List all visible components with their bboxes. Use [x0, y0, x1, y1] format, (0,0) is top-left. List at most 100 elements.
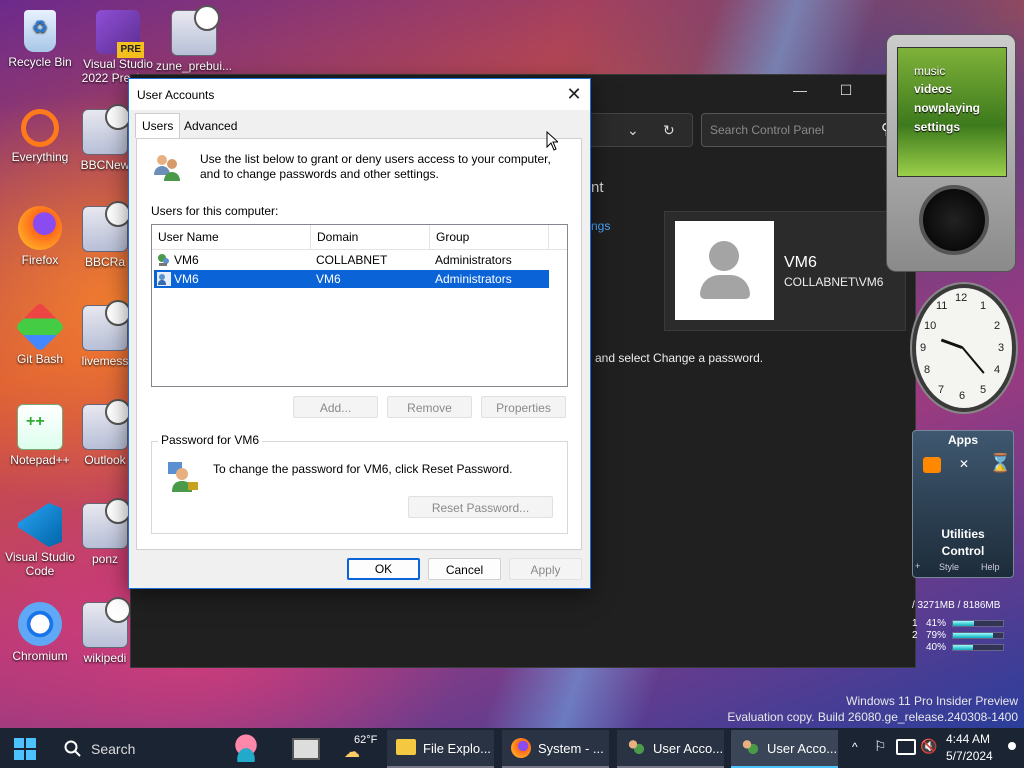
remove-button[interactable]: Remove: [387, 396, 472, 418]
notification-icon[interactable]: [1008, 742, 1016, 750]
apps-gadget[interactable]: Apps ✕ ⌛ Utilities Control + Style Help: [912, 430, 1014, 578]
ok-button[interactable]: OK: [347, 558, 420, 580]
zune-menu-nowplaying[interactable]: nowplaying: [914, 101, 980, 115]
zune-gadget[interactable]: music videos nowplaying settings: [886, 34, 1016, 272]
desktop-icon-chromium[interactable]: Chromium: [0, 602, 80, 663]
desktop-icon-firefox[interactable]: Firefox: [0, 206, 80, 267]
table-row[interactable]: VM6 COLLABNET Administrators: [154, 251, 549, 269]
watermark-line-2: Evaluation copy. Build 26080.ge_release.…: [727, 710, 1018, 724]
settings-link[interactable]: ngs: [591, 219, 610, 233]
taskbar-item-system[interactable]: System - ...: [502, 730, 609, 768]
style-label[interactable]: Style: [939, 562, 959, 572]
users-icon: [626, 739, 646, 757]
user-password-icon: [168, 462, 198, 492]
instruction-text: and select Change a password.: [595, 351, 764, 365]
clock-time[interactable]: 4:44 AM: [946, 732, 990, 746]
add-button[interactable]: Add...: [293, 396, 378, 418]
close-icon[interactable]: ✕: [558, 79, 590, 110]
zune-pad[interactable]: [919, 185, 989, 255]
minimize-button[interactable]: —: [777, 75, 823, 105]
dialog-title-bar[interactable]: User Accounts ✕: [129, 79, 590, 110]
user-card: VM6 COLLABNET\VM6: [664, 211, 906, 331]
control-label[interactable]: Control: [913, 544, 1013, 558]
media-player-icon[interactable]: [923, 457, 941, 473]
clock-date[interactable]: 5/7/2024: [946, 749, 993, 763]
dialog-title: User Accounts: [137, 88, 215, 102]
search-label: Search: [91, 741, 136, 757]
vscode-icon: [18, 503, 62, 547]
zune-menu-settings[interactable]: settings: [914, 120, 960, 134]
firefox-icon: [511, 738, 531, 758]
task-view-icon[interactable]: [292, 738, 320, 760]
reset-password-button[interactable]: Reset Password...: [408, 496, 553, 518]
password-group: Password for VM6 To change the password …: [151, 433, 568, 534]
search-icon: [64, 740, 81, 757]
zune-screen: music videos nowplaying settings: [897, 47, 1007, 177]
network-icon[interactable]: ⚐: [874, 738, 887, 755]
calculator-clock-icon: [82, 201, 131, 252]
beach-widget-icon[interactable]: [226, 734, 266, 762]
desktop-icon-vscode[interactable]: Visual Studio Code: [0, 503, 80, 578]
properties-button[interactable]: Properties: [481, 396, 566, 418]
meter-bar: [952, 620, 1004, 627]
column-group[interactable]: Group: [430, 225, 549, 249]
notepad-plus-plus-icon: ++: [17, 404, 63, 450]
desktop-icon-git-bash[interactable]: Git Bash: [0, 302, 80, 366]
avatar: [675, 221, 774, 320]
display-icon[interactable]: [896, 739, 916, 755]
tray-chevron-icon[interactable]: ^: [852, 740, 858, 754]
taskbar-item-user-accounts-1[interactable]: User Acco...: [617, 730, 724, 768]
maximize-button[interactable]: ☐: [823, 75, 869, 105]
domain-user-icon: [158, 254, 169, 266]
hourglass-icon[interactable]: ⌛: [989, 453, 1011, 474]
sound-muted-icon[interactable]: 🔇: [920, 738, 937, 755]
taskbar-item-file-explorer[interactable]: File Explo...: [387, 730, 494, 768]
meter-bar: [952, 632, 1004, 639]
start-button[interactable]: [14, 738, 36, 760]
calculator-clock-icon: [171, 5, 220, 56]
recycle-bin-icon: ♻: [24, 10, 56, 52]
calculator-clock-icon: [82, 300, 131, 351]
tab-users[interactable]: Users: [135, 113, 181, 138]
refresh-icon[interactable]: ↻: [663, 122, 675, 139]
app-icon[interactable]: ✕: [959, 457, 969, 471]
cancel-button[interactable]: Cancel: [428, 558, 501, 580]
clock-hour-hand: [940, 338, 963, 349]
desktop-icon-zune-prebuild[interactable]: zune_prebui...: [154, 5, 234, 73]
column-user-name[interactable]: User Name: [152, 225, 311, 249]
password-group-legend: Password for VM6: [158, 433, 263, 447]
system-meter-gadget: / 3271MB / 8186MB 1 41% 2 79% 40%: [912, 596, 1024, 654]
apply-button[interactable]: Apply: [509, 558, 582, 580]
local-user-icon: [157, 272, 171, 286]
user-accounts-dialog[interactable]: User Accounts ✕ Users Advanced Use the l…: [128, 78, 591, 589]
tab-advanced[interactable]: Advanced: [178, 115, 243, 137]
users-icon: [740, 739, 760, 757]
desktop-icon-everything[interactable]: Everything: [0, 109, 80, 164]
table-row-selected[interactable]: VM6 VM6 Administrators: [154, 270, 549, 288]
firefox-icon: [18, 206, 62, 250]
everything-search-icon: [21, 109, 59, 147]
users-tab-panel: Use the list below to grant or deny user…: [136, 138, 582, 550]
apps-gadget-title: Apps: [948, 433, 978, 447]
windows-logo-icon: [14, 738, 36, 760]
taskbar-search[interactable]: Search: [54, 732, 214, 764]
column-domain[interactable]: Domain: [311, 225, 430, 249]
zune-menu-music[interactable]: music: [914, 64, 945, 78]
zune-menu-videos[interactable]: videos: [914, 82, 952, 96]
utilities-label[interactable]: Utilities: [913, 527, 1013, 541]
list-header: User Name Domain Group: [152, 225, 567, 250]
users-list[interactable]: User Name Domain Group VM6 COLLABNET Adm…: [151, 224, 568, 387]
search-control-panel-input[interactable]: Search Control Panel ⚲: [701, 113, 903, 147]
desktop-icon-notepad-plus-plus[interactable]: ++ Notepad++: [0, 404, 80, 467]
clock-gadget: 12 1 2 3 4 5 6 7 8 9 10 11: [912, 284, 1016, 412]
address-bar[interactable]: ⌄ ↻: [586, 113, 693, 147]
taskbar-item-user-accounts-2[interactable]: User Acco...: [731, 730, 838, 768]
users-list-label: Users for this computer:: [151, 204, 279, 218]
calculator-clock-icon: [82, 104, 131, 155]
weather-widget[interactable]: ☁ 62°F: [344, 732, 380, 764]
desktop-icon-recycle-bin[interactable]: ♻ Recycle Bin: [0, 10, 80, 69]
help-label[interactable]: Help: [981, 562, 1000, 572]
user-card-domain: COLLABNET\VM6: [784, 275, 884, 289]
chevron-down-icon[interactable]: ⌄: [627, 122, 639, 139]
page-heading: nt: [591, 179, 604, 196]
